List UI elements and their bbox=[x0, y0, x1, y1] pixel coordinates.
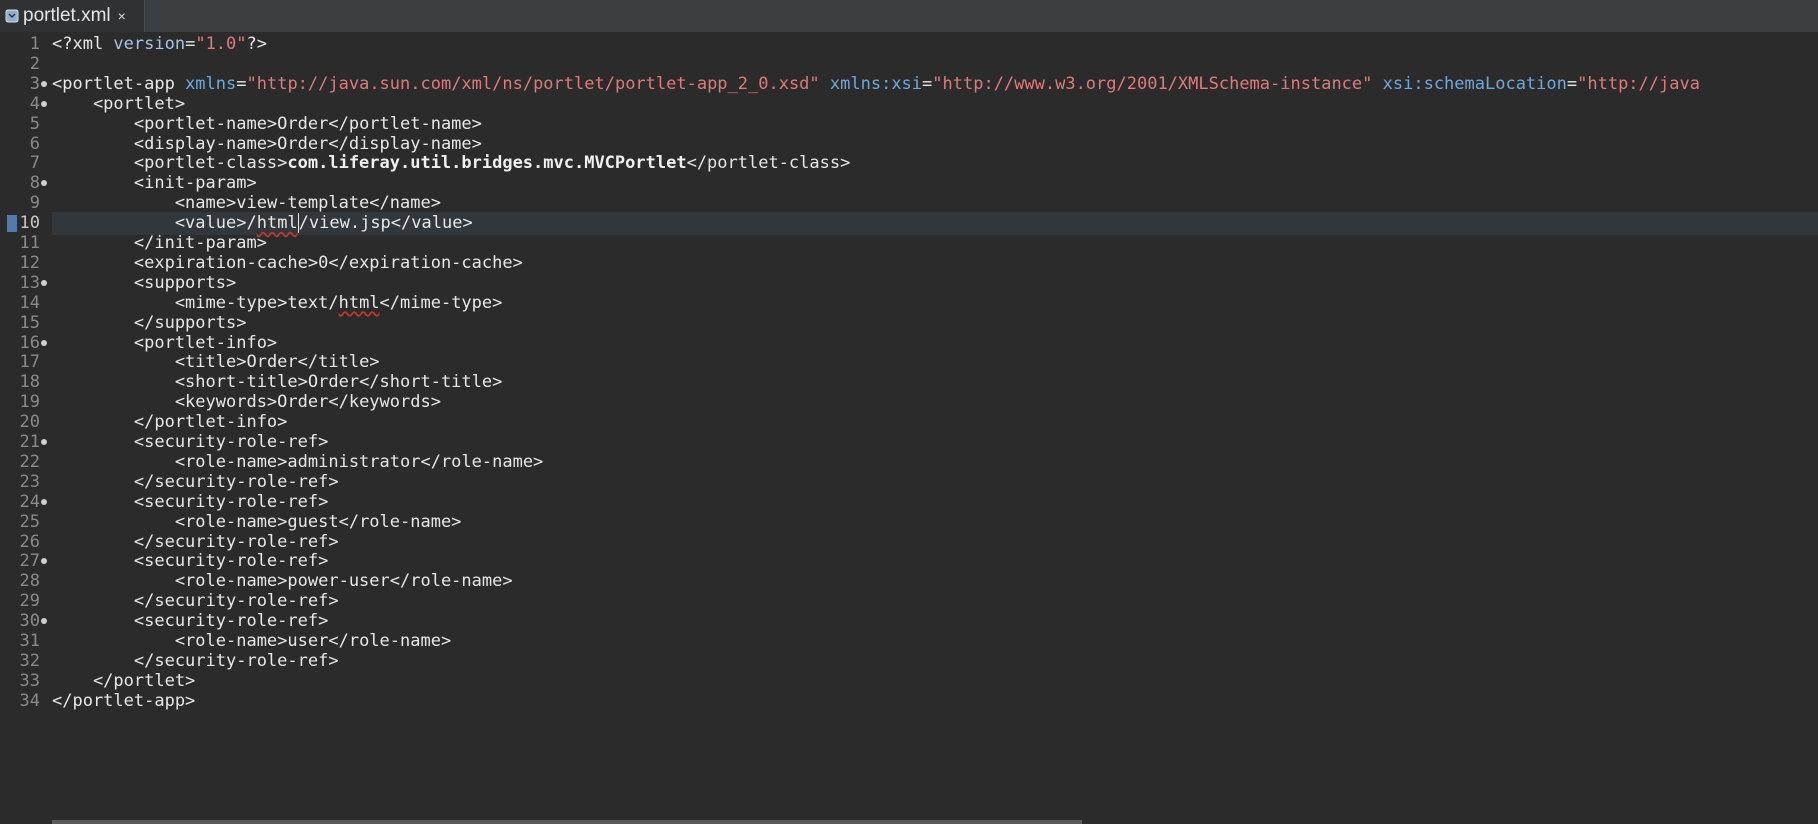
fold-toggle-icon[interactable] bbox=[41, 558, 47, 565]
code-token: <security-role-ref> bbox=[52, 491, 329, 512]
code-token: </short-title> bbox=[359, 372, 503, 393]
code-token: <display-name> bbox=[52, 133, 278, 154]
code-token: <portlet> bbox=[52, 93, 186, 114]
code-token: </portlet-class> bbox=[686, 153, 851, 174]
code-token: power-user bbox=[287, 571, 390, 592]
code-token: <portlet-app bbox=[52, 73, 186, 94]
code-token: <portlet-info> bbox=[52, 332, 278, 353]
code-token: </mime-type> bbox=[379, 292, 503, 313]
code-token: com.liferay.util.bridges.mvc.MVCPortlet bbox=[287, 153, 687, 174]
code-token: </role-name> bbox=[328, 631, 452, 651]
code-token: <role-name> bbox=[52, 571, 288, 592]
code-token: guest bbox=[287, 511, 339, 532]
fold-toggle-icon[interactable] bbox=[41, 339, 47, 346]
code-token: version bbox=[113, 34, 186, 54]
code-text[interactable]: </portlet-app> bbox=[52, 690, 1818, 713]
horizontal-scrollbar[interactable] bbox=[52, 820, 1082, 824]
code-token: <portlet-class> bbox=[52, 153, 288, 174]
code-token: user bbox=[287, 631, 329, 651]
code-token: = bbox=[185, 34, 196, 54]
code-token: Order bbox=[277, 113, 329, 134]
code-token: </portlet-name> bbox=[328, 113, 482, 134]
code-token: </supports> bbox=[52, 312, 247, 333]
code-token: "1.0" bbox=[195, 34, 247, 54]
code-token: <role-name> bbox=[52, 451, 288, 472]
close-icon[interactable]: × bbox=[118, 8, 126, 24]
code-token: /view.jsp bbox=[297, 213, 391, 234]
line-number: 34 bbox=[19, 690, 40, 711]
code-token: </display-name> bbox=[328, 133, 482, 154]
code-token: </security-role-ref> bbox=[52, 650, 339, 671]
code-token: </role-name> bbox=[389, 571, 513, 592]
code-token: / bbox=[246, 213, 257, 234]
xml-file-icon bbox=[5, 9, 19, 23]
fold-toggle-icon[interactable] bbox=[41, 80, 47, 87]
code-token: <?xml bbox=[52, 34, 114, 54]
code-token: </role-name> bbox=[420, 451, 544, 472]
code-token: </init-param> bbox=[52, 233, 267, 253]
code-token: <role-name> bbox=[52, 631, 288, 651]
code-token: Order bbox=[277, 392, 329, 413]
code-token: = bbox=[236, 73, 247, 94]
code-token: xmlns bbox=[185, 73, 237, 94]
editor-tab-bar: portlet.xml × bbox=[0, 0, 1818, 33]
code-token: </value> bbox=[390, 213, 473, 234]
code-token: </expiration-cache> bbox=[328, 252, 523, 273]
code-token: </portlet-info> bbox=[52, 412, 288, 433]
code-token: html bbox=[256, 213, 298, 234]
code-token: </security-role-ref> bbox=[52, 471, 339, 492]
code-token: <security-role-ref> bbox=[52, 432, 329, 452]
code-token: <title> bbox=[52, 352, 247, 373]
fold-toggle-icon[interactable] bbox=[41, 618, 47, 625]
code-line[interactable]: 34 </portlet-app> bbox=[0, 690, 1818, 713]
tab-portlet-xml[interactable]: portlet.xml × bbox=[0, 0, 145, 32]
code-token: xmlns:xsi bbox=[829, 73, 923, 94]
code-token: <supports> bbox=[52, 272, 237, 293]
fold-toggle-icon[interactable] bbox=[41, 498, 47, 505]
code-token: Order bbox=[307, 372, 360, 393]
code-token: <portlet-name> bbox=[52, 113, 278, 134]
code-token: <security-role-ref> bbox=[52, 551, 329, 572]
code-token: </portlet-app> bbox=[52, 690, 196, 711]
code-token: </security-role-ref> bbox=[52, 531, 339, 552]
code-token: = bbox=[922, 73, 933, 94]
code-token: administrator bbox=[287, 451, 421, 472]
code-token: </role-name> bbox=[338, 511, 462, 532]
fold-toggle-icon[interactable] bbox=[41, 439, 47, 445]
fold-toggle-icon[interactable] bbox=[41, 100, 47, 107]
code-token: 0 bbox=[318, 252, 329, 273]
code-token: text/ bbox=[287, 292, 339, 313]
code-token: <init-param> bbox=[52, 173, 257, 194]
code-token: </keywords> bbox=[328, 392, 441, 413]
code-editor[interactable]: 1 <?xml version="1.0"?> 2 3 <portlet-app xml… bbox=[0, 32, 1818, 824]
code-token: ?> bbox=[246, 34, 267, 54]
code-token: <short-title> bbox=[52, 372, 308, 393]
code-token: = bbox=[1566, 73, 1578, 94]
code-token: html bbox=[338, 292, 380, 313]
code-token: "http://java bbox=[1577, 73, 1700, 94]
code-token: <security-role-ref> bbox=[52, 611, 329, 632]
code-token: "http://java.sun.com/xml/ns/portlet/port… bbox=[246, 73, 820, 94]
tab-title: portlet.xml bbox=[23, 5, 111, 26]
code-token: <value> bbox=[52, 213, 247, 234]
fold-toggle-icon[interactable] bbox=[41, 279, 47, 286]
code-token: <mime-type> bbox=[52, 292, 288, 313]
code-token: </security-role-ref> bbox=[52, 591, 339, 612]
code-token: Order bbox=[277, 133, 329, 154]
code-token: Order bbox=[246, 352, 298, 373]
code-token: view-template bbox=[236, 193, 370, 214]
code-token: </title> bbox=[297, 352, 380, 373]
code-token: xsi:schemaLocation bbox=[1382, 73, 1567, 94]
code-token: "http://www.w3.org/2001/XMLSchema-instan… bbox=[932, 73, 1373, 94]
fold-toggle-icon[interactable] bbox=[41, 180, 47, 187]
code-token: </portlet> bbox=[52, 670, 196, 691]
code-token: <expiration-cache> bbox=[52, 252, 319, 273]
code-token: <role-name> bbox=[52, 511, 288, 532]
code-token: </name> bbox=[369, 193, 441, 214]
code-token: <name> bbox=[52, 193, 237, 214]
code-token: <keywords> bbox=[52, 392, 278, 413]
